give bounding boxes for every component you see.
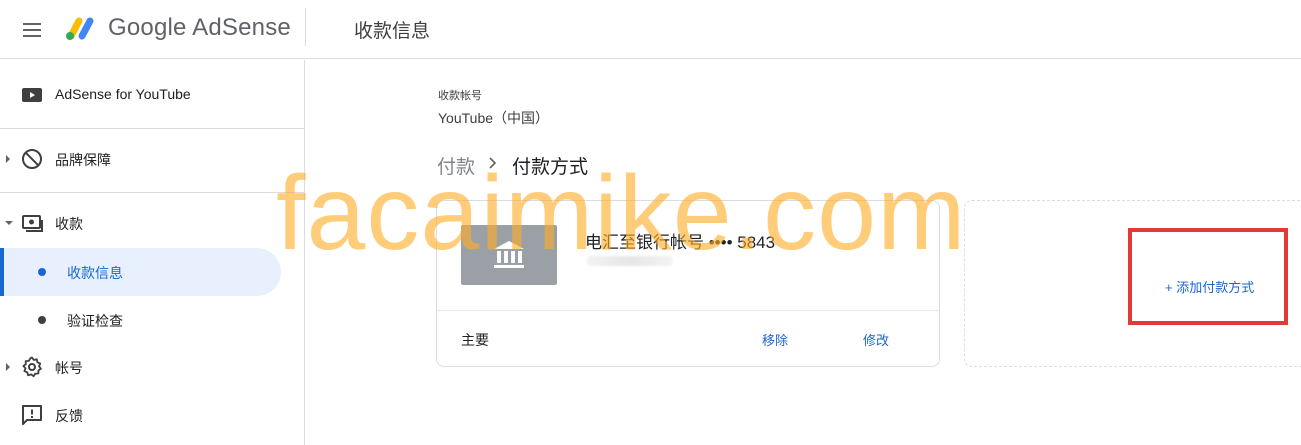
payments-icon [22,215,43,232]
sidebar-item-label: 验证检查 [67,313,123,329]
sidebar-item-adsense-for-youtube[interactable]: AdSense for YouTube [0,71,304,119]
adsense-logo-icon [66,17,94,40]
sidebar-item-label: 收款信息 [67,265,123,281]
sidebar-item-label: 帐号 [55,360,83,376]
sidebar-item-label: 品牌保障 [55,152,111,168]
block-icon [22,149,42,169]
bank-tile [461,225,557,285]
brand-name: Google AdSense [108,14,291,41]
page-title: 收款信息 [354,21,431,42]
top-app-bar: Google AdSense 收款信息 [0,0,1301,59]
payment-method-card: 电汇至银行帐号 •••• 5843 主要 移除 修改 [436,200,940,367]
sidebar-divider [0,128,304,129]
active-indicator [0,248,4,296]
breadcrumb-payments-link[interactable]: 付款 [437,152,475,179]
redacted-detail [587,256,673,266]
add-payment-method-button[interactable]: + 添加付款方式 [1165,277,1254,296]
expand-arrow-icon [6,363,10,371]
primary-status-label: 主要 [461,332,489,348]
sidebar-nav: AdSense for YouTube 品牌保障 收款 收款信息 验证检查 帐号… [0,60,305,445]
sidebar-item-label: 反馈 [55,408,83,424]
sidebar-item-label: AdSense for YouTube [55,86,191,102]
bullet-icon [38,268,46,276]
feedback-icon [22,405,42,425]
sidebar-item-brand-safety[interactable]: 品牌保障 [0,135,304,183]
sidebar-item-verification[interactable]: 验证检查 [0,296,281,344]
payment-method-name: 电汇至银行帐号 •••• 5843 [585,233,776,252]
menu-icon[interactable] [20,18,44,42]
gear-icon [22,356,42,378]
breadcrumb-current: 付款方式 [512,157,589,178]
sidebar-divider [0,192,304,193]
sidebar-item-feedback[interactable]: 反馈 [0,391,304,439]
expand-arrow-icon [6,155,10,163]
payment-account-label: 收款帐号 [438,90,482,102]
header-divider [305,8,306,46]
sidebar-item-payments[interactable]: 收款 [0,199,304,247]
youtube-icon [22,88,42,102]
bullet-icon [38,316,46,324]
sidebar-item-payment-info[interactable]: 收款信息 [0,248,281,296]
sidebar-item-account[interactable]: 帐号 [0,343,304,391]
sidebar-item-label: 收款 [55,216,83,232]
chevron-right-icon [489,157,497,169]
remove-button[interactable]: 移除 [762,330,788,349]
collapse-arrow-icon [5,221,13,225]
card-divider [437,310,939,311]
bank-icon [494,241,524,268]
edit-button[interactable]: 修改 [863,330,889,349]
payment-account-value: YouTube（中国） [438,110,550,126]
